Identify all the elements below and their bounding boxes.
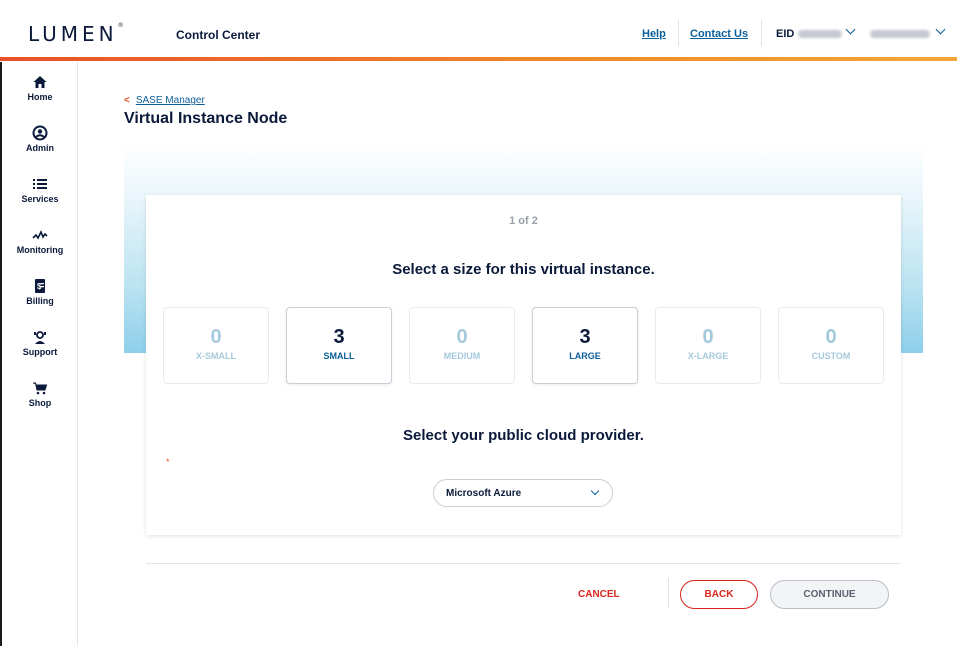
size-count: 0 bbox=[456, 326, 468, 348]
size-name: LARGE bbox=[569, 351, 601, 361]
header-divider bbox=[761, 20, 762, 46]
page-title: Virtual Instance Node bbox=[124, 110, 288, 127]
help-link[interactable]: Help bbox=[642, 28, 666, 40]
size-count: 3 bbox=[333, 326, 345, 348]
app-title: Control Center bbox=[176, 28, 260, 42]
sidebar-item-label: Services bbox=[21, 194, 59, 204]
cloud-provider-select[interactable]: Microsoft Azure bbox=[433, 479, 613, 507]
sidebar-item-monitoring[interactable]: Monitoring bbox=[2, 227, 78, 255]
size-count: 0 bbox=[702, 326, 714, 348]
sidebar-item-support[interactable]: Support bbox=[2, 329, 78, 357]
size-count: 3 bbox=[579, 326, 591, 348]
eid-value-redacted[interactable] bbox=[798, 30, 842, 38]
breadcrumb-label: SASE Manager bbox=[135, 95, 205, 106]
sidebar-item-label: Support bbox=[22, 347, 58, 357]
support-icon bbox=[34, 331, 46, 344]
sidebar-item-shop[interactable]: Shop bbox=[2, 380, 78, 408]
sidebar-item-home[interactable]: Home bbox=[2, 74, 78, 102]
cancel-button[interactable]: CANCEL bbox=[578, 589, 620, 600]
size-option-x-large[interactable]: 0 X-LARGE bbox=[655, 307, 761, 384]
sidebar-item-billing[interactable]: $ Billing bbox=[2, 278, 78, 306]
home-icon bbox=[33, 76, 47, 88]
invoice-icon: $ bbox=[35, 279, 45, 293]
footer-divider bbox=[146, 563, 901, 564]
size-name: X-SMALL bbox=[196, 351, 236, 361]
sidebar-item-label: Home bbox=[27, 92, 53, 102]
size-option-custom[interactable]: 0 CUSTOM bbox=[778, 307, 884, 384]
eid-chevron-down-icon[interactable] bbox=[845, 24, 856, 35]
continue-button[interactable]: CONTINUE bbox=[770, 580, 889, 609]
eid-label: EID bbox=[776, 28, 795, 40]
size-option-small[interactable]: 3 SMALL bbox=[286, 307, 392, 384]
sidebar-item-label: Monitoring bbox=[16, 245, 64, 255]
wizard-card: 1 of 2 Select a size for this virtual in… bbox=[146, 195, 901, 535]
user-icon bbox=[32, 125, 48, 141]
chevron-left-icon: < bbox=[124, 95, 130, 106]
size-count: 0 bbox=[825, 326, 837, 348]
top-header: LUMEN® Control Center Help Contact Us EI… bbox=[0, 0, 957, 61]
size-option-large[interactable]: 3 LARGE bbox=[532, 307, 638, 384]
header-divider bbox=[678, 20, 679, 46]
size-name: MEDIUM bbox=[443, 351, 481, 361]
sidebar-nav: Home Admin Services Monitoring $ Billing… bbox=[0, 62, 78, 646]
cloud-provider-value: Microsoft Azure bbox=[446, 488, 522, 499]
size-option-medium[interactable]: 0 MEDIUM bbox=[409, 307, 515, 384]
sidebar-item-label: Shop bbox=[28, 398, 52, 408]
account-name-redacted[interactable] bbox=[870, 30, 930, 38]
cart-icon bbox=[33, 382, 48, 395]
list-icon bbox=[33, 179, 47, 189]
button-divider bbox=[668, 578, 669, 608]
breadcrumb-sase-manager[interactable]: < SASE Manager bbox=[124, 95, 205, 106]
back-button[interactable]: BACK bbox=[680, 580, 758, 609]
size-question: Select a size for this virtual instance. bbox=[392, 261, 655, 278]
sidebar-item-admin[interactable]: Admin bbox=[2, 125, 78, 153]
size-name: X-LARGE bbox=[687, 351, 729, 361]
header-accent-bar bbox=[0, 57, 957, 61]
chevron-down-icon bbox=[590, 486, 600, 496]
lumen-logo[interactable]: LUMEN® bbox=[28, 22, 124, 46]
sidebar-item-label: Billing bbox=[26, 296, 54, 306]
size-name: CUSTOM bbox=[811, 351, 851, 361]
contact-us-link[interactable]: Contact Us bbox=[690, 28, 748, 40]
size-name: SMALL bbox=[323, 351, 355, 361]
account-chevron-down-icon[interactable] bbox=[935, 24, 946, 35]
size-option-x-small[interactable]: 0 X-SMALL bbox=[163, 307, 269, 384]
sidebar-item-label: Admin bbox=[26, 143, 54, 153]
provider-question: Select your public cloud provider. bbox=[403, 427, 644, 444]
step-indicator: 1 of 2 bbox=[509, 215, 538, 227]
required-asterisk: * bbox=[166, 457, 170, 467]
sidebar-item-services[interactable]: Services bbox=[2, 176, 78, 204]
pulse-icon bbox=[32, 230, 48, 240]
size-count: 0 bbox=[210, 326, 222, 348]
